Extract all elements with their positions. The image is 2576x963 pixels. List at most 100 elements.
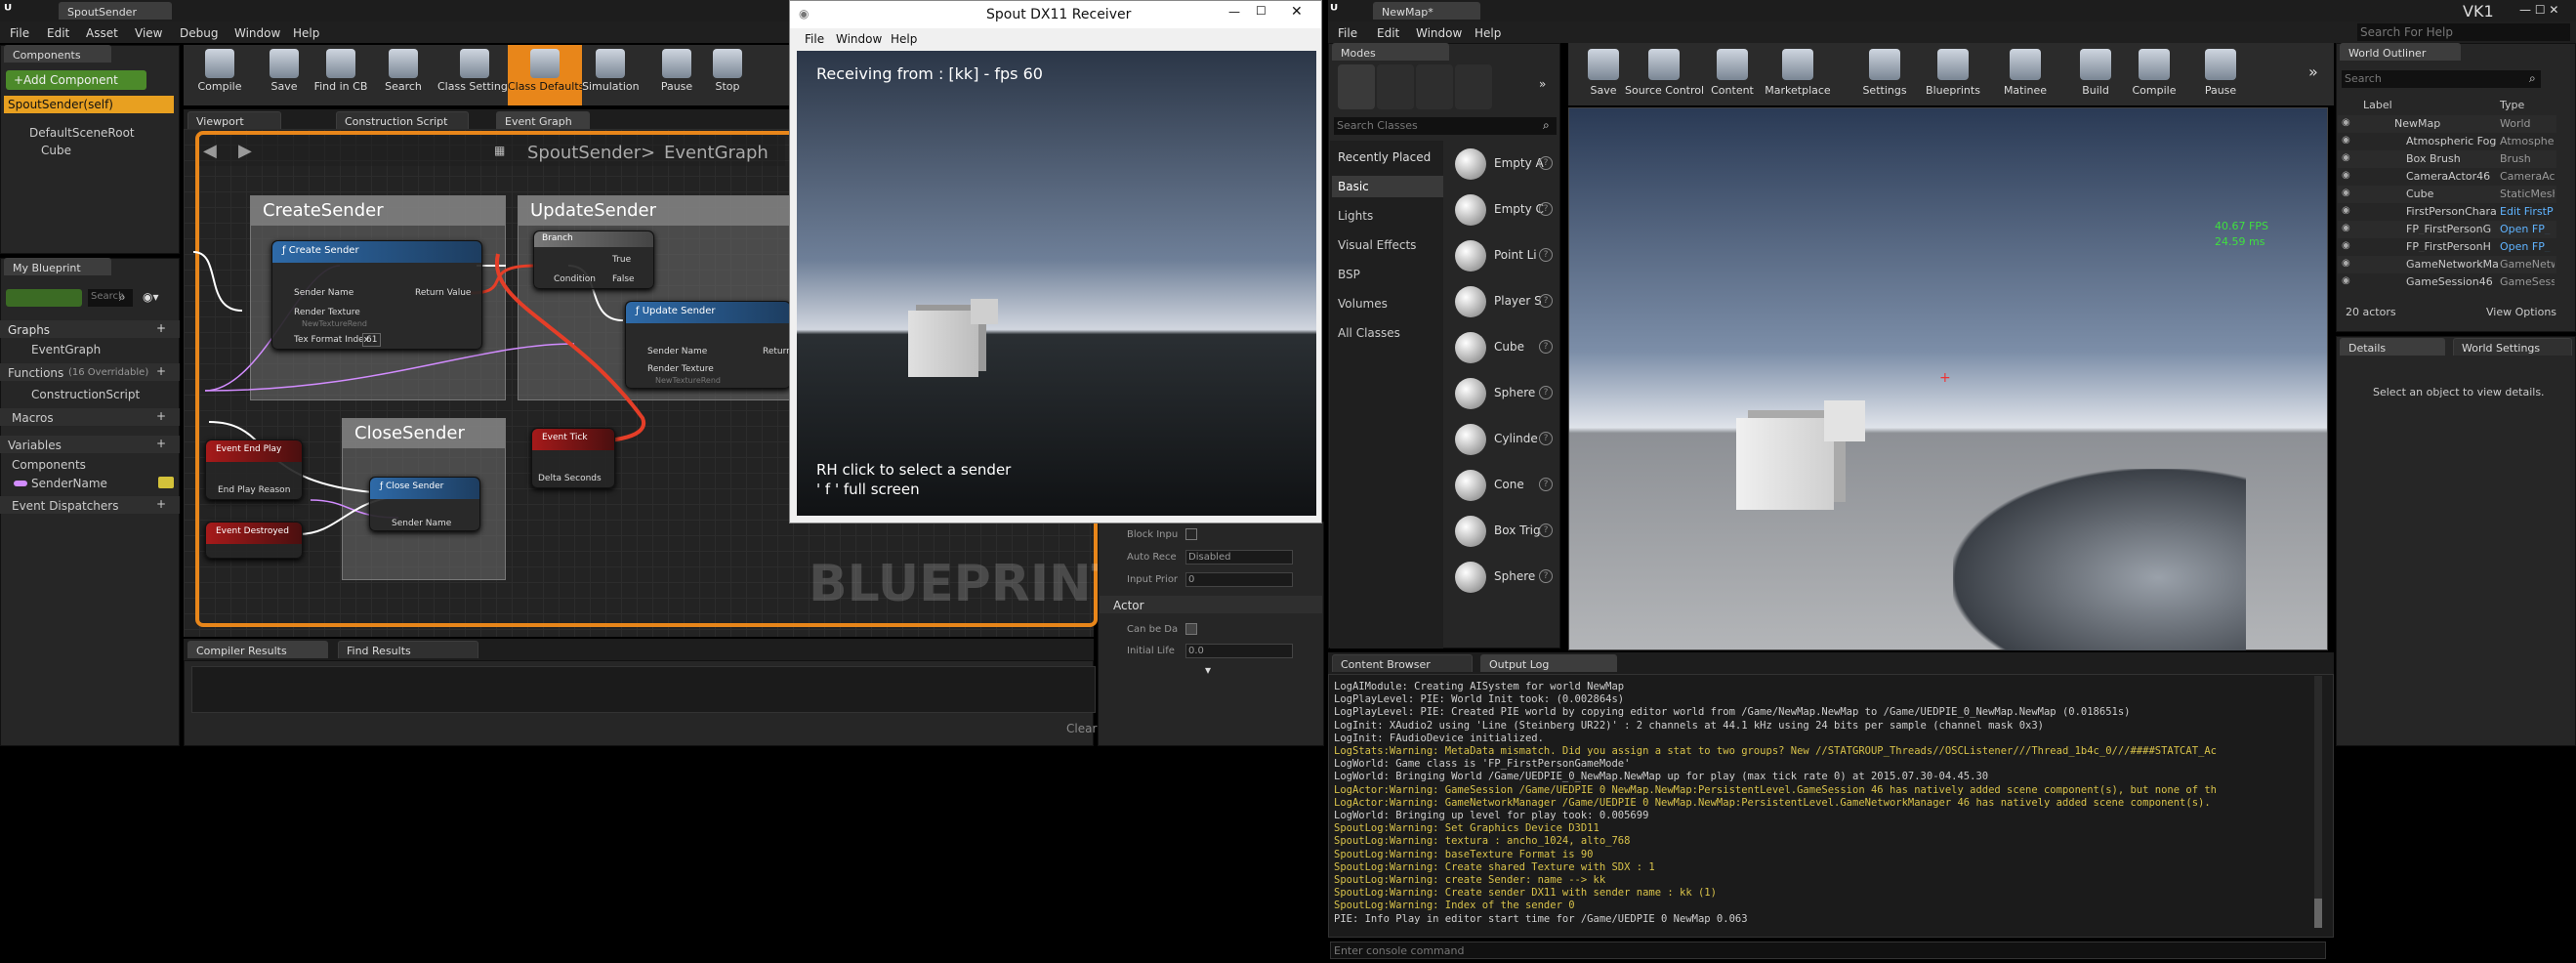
pin-condition[interactable]: Condition (554, 274, 596, 284)
pin-sender-name[interactable]: Sender Name (294, 288, 353, 298)
window-controls-icon[interactable]: — ☐ ✕ (2519, 4, 2558, 16)
tab-world-settings[interactable]: World Settings (2453, 338, 2572, 356)
node-event-tick[interactable]: Event Tick Delta Seconds (531, 428, 615, 488)
add-icon[interactable]: + (156, 438, 166, 449)
node-close-sender[interactable]: ƒ Close Sender Sender Name (369, 477, 480, 531)
tab-compiler-results[interactable]: Compiler Results (187, 641, 328, 658)
category-basic[interactable]: Basic (1338, 181, 1369, 192)
save-button[interactable]: Save (1574, 43, 1633, 105)
eye-icon[interactable]: ◉ (2342, 153, 2350, 163)
pin-end-play-reason[interactable]: End Play Reason (218, 485, 290, 495)
receiver-menu-file[interactable]: File (805, 33, 824, 45)
receiver-menu-help[interactable]: Help (891, 33, 917, 45)
settings-button[interactable]: Settings (1855, 43, 1914, 105)
tab-find-results[interactable]: Find Results (338, 641, 478, 658)
help-icon[interactable]: ? (1539, 248, 1553, 262)
compile-button[interactable]: Compile (191, 45, 248, 105)
more-toolbar-icon[interactable]: » (2308, 64, 2318, 80)
class-defaults-button[interactable]: Class Defaults (508, 45, 584, 105)
find-in-cb-button[interactable]: Find in CB (312, 45, 369, 105)
help-icon[interactable]: ? (1539, 386, 1553, 399)
place-item-cylinde[interactable]: Cylinde? (1449, 418, 1553, 461)
mode-place-icon[interactable] (1338, 64, 1375, 109)
search-button[interactable]: Search (375, 45, 432, 105)
help-icon[interactable]: ? (1539, 432, 1553, 445)
console-command-input[interactable]: Enter console command (1330, 942, 2326, 959)
receiver-menu-window[interactable]: Window (836, 33, 882, 45)
menu-file[interactable]: File (1338, 26, 1357, 40)
pin-render-texture[interactable]: Render Texture (294, 308, 360, 317)
log-scrollbar[interactable] (2314, 676, 2322, 928)
matinee-button[interactable]: Matinee (1996, 43, 2055, 105)
graph-event-graph[interactable]: EventGraph (31, 344, 101, 356)
eye-visibility-icon[interactable] (158, 477, 174, 488)
pause-button[interactable]: Pause (648, 45, 705, 105)
build-button[interactable]: Build (2066, 43, 2125, 105)
add-icon[interactable]: + (156, 498, 166, 510)
eye-icon[interactable]: ◉ (2342, 206, 2350, 216)
more-modes-icon[interactable]: » (1539, 78, 1546, 90)
outliner-col-label[interactable]: Label (2363, 100, 2392, 110)
initial-life-field[interactable]: 0.0 (1185, 644, 1293, 658)
menu-debug[interactable]: Debug (180, 26, 218, 40)
category-volumes[interactable]: Volumes (1338, 298, 1388, 310)
place-item-empty-c[interactable]: Empty C? (1449, 188, 1553, 231)
component-self[interactable]: SpoutSender(self) (4, 96, 174, 113)
help-icon[interactable]: ? (1539, 294, 1553, 308)
category-lights[interactable]: Lights (1338, 210, 1373, 222)
add-component-button[interactable]: +Add Component (6, 70, 146, 90)
log-scrollbar-thumb[interactable] (2314, 899, 2322, 928)
eye-icon[interactable]: ◉ (2342, 276, 2350, 286)
variables-components-group[interactable]: Components (12, 459, 86, 471)
pause-button[interactable]: Pause (2191, 43, 2250, 105)
node-update-sender[interactable]: ƒ Update Sender Sender Name Return Rende… (625, 301, 792, 389)
function-construction-script[interactable]: ConstructionScript (31, 389, 140, 400)
eye-icon[interactable]: ◉ (2342, 241, 2350, 251)
place-item-sphere[interactable]: Sphere? (1449, 372, 1553, 415)
tab-modes[interactable]: Modes (1332, 43, 1449, 61)
eye-icon[interactable]: ◉ (2342, 224, 2350, 233)
tab-newmap[interactable]: NewMap* (1373, 2, 1480, 20)
place-item-cube[interactable]: Cube? (1449, 326, 1553, 369)
tab-world-outliner[interactable]: World Outliner (2340, 43, 2461, 61)
block-input-checkbox[interactable] (1185, 528, 1197, 540)
help-icon[interactable]: ? (1539, 523, 1553, 537)
search-help-input[interactable]: Search For Help (2357, 23, 2570, 41)
component-cube[interactable]: Cube (41, 145, 71, 156)
eye-icon[interactable]: ◉ (2342, 118, 2350, 128)
menu-window[interactable]: Window (1416, 26, 1462, 40)
pin-delta-seconds[interactable]: Delta Seconds (538, 474, 602, 483)
close-icon[interactable]: ✕ (1291, 5, 1303, 19)
outliner-search-input[interactable]: Search (2342, 70, 2541, 88)
category-recently-placed[interactable]: Recently Placed (1338, 151, 1431, 163)
blueprint-add-new-button[interactable] (6, 289, 82, 307)
add-icon[interactable]: + (156, 365, 166, 377)
pin-sender-name[interactable]: Sender Name (647, 347, 707, 356)
pin-sender-name[interactable]: Sender Name (392, 519, 451, 528)
eye-icon[interactable]: ◉ (2342, 136, 2350, 146)
mode-foliage-icon[interactable] (1455, 64, 1492, 109)
eye-icon[interactable]: ◉ (2342, 259, 2350, 269)
help-icon[interactable]: ? (1539, 340, 1553, 354)
eye-icon[interactable]: ◉ (2342, 171, 2350, 181)
eye-icon[interactable]: ◉▾ (143, 291, 159, 303)
help-icon[interactable]: ? (1539, 202, 1553, 216)
place-item-box-trig[interactable]: Box Trig? (1449, 510, 1553, 553)
marketplace-button[interactable]: Marketplace (1764, 43, 1832, 105)
mode-paint-icon[interactable] (1377, 64, 1414, 109)
menu-help[interactable]: Help (293, 26, 319, 40)
save-button[interactable]: Save (256, 45, 312, 105)
tab-my-blueprint[interactable]: My Blueprint (4, 258, 111, 275)
search-classes-input[interactable]: Search Classes (1334, 117, 1557, 135)
tab-output-log[interactable]: Output Log (1480, 654, 1617, 672)
category-visual-effects[interactable]: Visual Effects (1338, 239, 1416, 251)
eye-icon[interactable]: ◉ (2342, 188, 2350, 198)
menu-help[interactable]: Help (1475, 26, 1501, 40)
add-icon[interactable]: + (156, 322, 166, 334)
menu-edit[interactable]: Edit (1377, 26, 1399, 40)
pin-tex-format-index[interactable]: Tex Format Index (294, 335, 369, 345)
expand-arrow-icon[interactable]: ▾ (1205, 664, 1211, 676)
tab-details[interactable]: Details (2340, 338, 2445, 356)
blueprints-button[interactable]: Blueprints (1924, 43, 1982, 105)
pin-return-value[interactable]: Return Value (415, 288, 471, 298)
